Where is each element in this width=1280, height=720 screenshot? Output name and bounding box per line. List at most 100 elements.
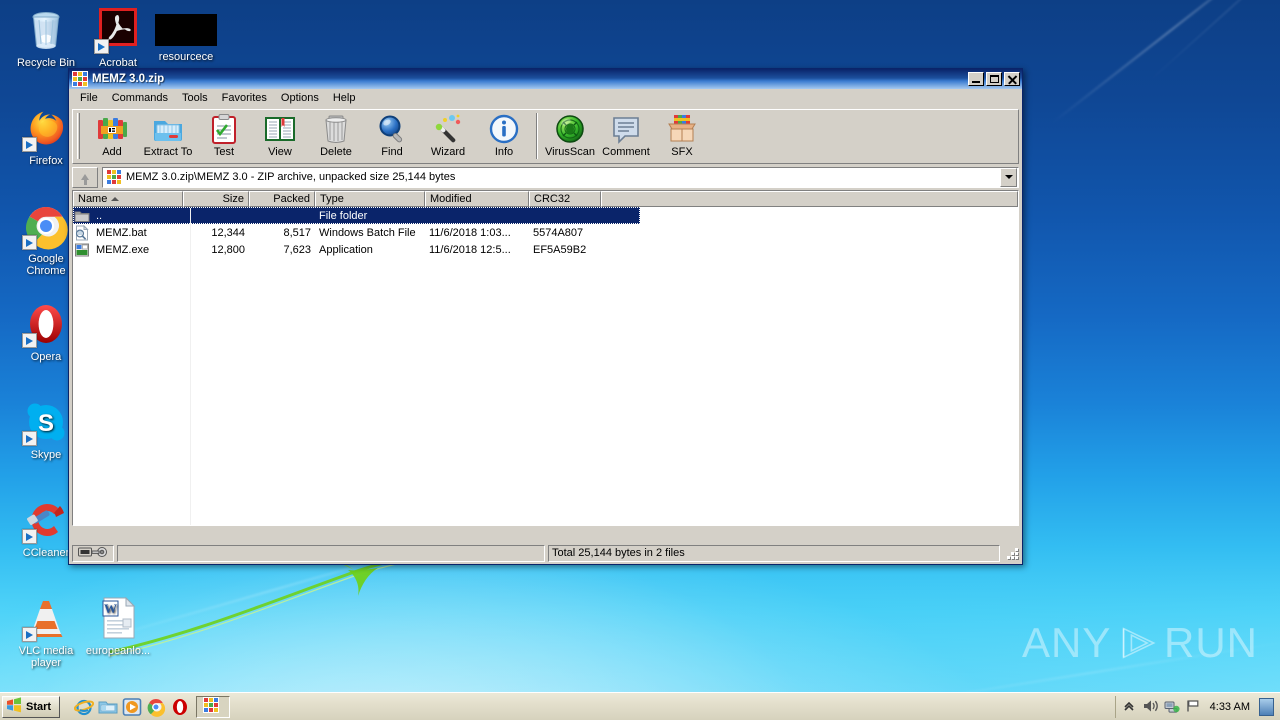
minimize-button[interactable] <box>968 72 984 86</box>
archive-path-text: MEMZ 3.0.zip\MEMZ 3.0 - ZIP archive, unp… <box>126 171 456 183</box>
desktop-icon-europeanlo[interactable]: W europeanlo... <box>80 594 156 657</box>
menu-item-file[interactable]: File <box>73 91 105 105</box>
column-header-crc32[interactable]: CRC32 <box>529 191 601 207</box>
shortcut-overlay-icon <box>22 333 37 348</box>
flag-icon[interactable] <box>1185 699 1201 715</box>
status-lock-pane[interactable] <box>72 544 114 562</box>
cell-size: 12,344 <box>211 226 245 239</box>
up-one-level-button[interactable] <box>72 166 98 188</box>
cell-packed: 7,623 <box>283 243 311 256</box>
batch-file-icon <box>74 224 90 241</box>
address-dropdown-button[interactable] <box>1000 167 1017 187</box>
redacted-black-icon <box>155 14 217 46</box>
close-button[interactable] <box>1004 72 1020 86</box>
chevron-up-icon[interactable] <box>1122 699 1138 715</box>
winrar-books-icon <box>96 113 128 145</box>
toolbar-separator <box>536 113 538 159</box>
system-tray[interactable]: 4:33 AM <box>1114 695 1280 718</box>
taskbar-clock[interactable]: 4:33 AM <box>1206 701 1254 713</box>
menu-item-commands[interactable]: Commands <box>105 91 175 105</box>
network-icon[interactable] <box>1164 699 1180 715</box>
internet-explorer-icon[interactable] <box>73 697 95 717</box>
media-player-icon[interactable] <box>122 697 142 717</box>
speaker-icon[interactable] <box>1143 699 1159 715</box>
toolbar-label: Comment <box>602 146 650 158</box>
desktop-icon-resourcece[interactable]: resourcece <box>148 6 224 63</box>
comment-bubble-icon <box>610 113 642 145</box>
column-header-type[interactable]: Type <box>315 191 425 207</box>
column-header-name[interactable]: Name <box>73 191 183 207</box>
cell-type: Windows Batch File <box>319 226 416 239</box>
toolbar-label: Test <box>213 146 235 158</box>
toolbar-button-view[interactable]: View <box>252 113 308 163</box>
taskbar[interactable]: Start 4:33 AM <box>0 692 1280 720</box>
svg-text:W: W <box>104 601 117 616</box>
drive-key-icon <box>78 546 108 561</box>
address-bar[interactable]: MEMZ 3.0.zip\MEMZ 3.0 - ZIP archive, unp… <box>72 166 1019 188</box>
winrar-window[interactable]: MEMZ 3.0.zip File Commands Tools Favorit… <box>68 68 1023 565</box>
table-row[interactable]: MEMZ.exe 12,800 7,623 Application 11/6/2… <box>73 241 1018 258</box>
show-desktop-button[interactable] <box>1259 697 1274 716</box>
toolbar-button-comment[interactable]: Comment <box>598 113 654 163</box>
sort-ascending-icon <box>111 197 120 201</box>
status-bar: Total 25,144 bytes in 2 files <box>69 544 1022 564</box>
file-list-header[interactable]: Name Size Packed Type Modified CRC32 <box>73 191 1018 207</box>
desktop-icon-acrobat[interactable]: Acrobat <box>80 6 156 69</box>
menu-bar[interactable]: File Commands Tools Favorites Options He… <box>69 89 1022 107</box>
toolbar-grip[interactable] <box>77 113 80 159</box>
quick-launch-bar[interactable] <box>72 697 192 717</box>
table-row[interactable]: .. File folder <box>73 207 640 224</box>
cell-name: .. <box>96 209 103 222</box>
status-message-pane <box>117 544 545 562</box>
toolbar-button-add[interactable]: Add <box>84 113 140 163</box>
desktop-icon-recycle-bin[interactable]: Recycle Bin <box>8 6 84 69</box>
vlc-cone-icon <box>22 594 70 642</box>
window-title: MEMZ 3.0.zip <box>92 73 165 85</box>
adobe-acrobat-icon <box>94 6 142 54</box>
resize-grip[interactable] <box>1005 546 1019 560</box>
svg-text:S: S <box>38 410 54 437</box>
window-titlebar[interactable]: MEMZ 3.0.zip <box>69 69 1022 89</box>
maximize-button[interactable] <box>986 72 1002 86</box>
menu-item-tools[interactable]: Tools <box>175 91 215 105</box>
shortcut-overlay-icon <box>22 627 37 642</box>
archive-path-field[interactable]: MEMZ 3.0.zip\MEMZ 3.0 - ZIP archive, unp… <box>102 166 1019 188</box>
desktop-icon-label: europeanlo... <box>85 645 151 657</box>
desktop-icon-vlc-media-player[interactable]: VLC media player <box>8 594 84 669</box>
menu-item-help[interactable]: Help <box>326 91 363 105</box>
cell-packed: 8,517 <box>283 226 311 239</box>
toolbar[interactable]: Add Extract To Test View Delete Find Wiz… <box>72 109 1019 164</box>
toolbar-button-extract-to[interactable]: Extract To <box>140 113 196 163</box>
toolbar-button-test[interactable]: Test <box>196 113 252 163</box>
toolbar-button-sfx[interactable]: SFX <box>654 113 710 163</box>
file-list[interactable]: Name Size Packed Type Modified CRC32 .. … <box>72 190 1019 526</box>
menu-item-favorites[interactable]: Favorites <box>215 91 274 105</box>
status-total-pane: Total 25,144 bytes in 2 files <box>548 544 1000 562</box>
table-row[interactable]: MEMZ.bat 12,344 8,517 Windows Batch File… <box>73 224 1018 241</box>
cell-type: Application <box>319 243 373 256</box>
application-exe-icon <box>74 242 90 258</box>
folder-window-icon[interactable] <box>98 697 118 717</box>
toolbar-button-delete[interactable]: Delete <box>308 113 364 163</box>
desktop[interactable]: Recycle Bin Acrobat resourcece Firefox G… <box>0 0 1280 720</box>
task-button-winrar[interactable] <box>196 695 231 718</box>
toolbar-button-info[interactable]: Info <box>476 113 532 163</box>
menu-item-options[interactable]: Options <box>274 91 326 105</box>
toolbar-button-find[interactable]: Find <box>364 113 420 163</box>
column-header-modified[interactable]: Modified <box>425 191 529 207</box>
desktop-icon-label: VLC media player <box>18 645 74 669</box>
chrome-icon[interactable] <box>146 697 166 717</box>
toolbar-button-virusscan[interactable]: VirusScan <box>542 113 598 163</box>
anyrun-play-logo-icon <box>1123 627 1156 659</box>
clipboard-check-icon <box>208 113 240 145</box>
arrow-up-icon <box>81 174 89 185</box>
opera-icon[interactable] <box>170 697 190 717</box>
magic-wand-icon <box>432 113 464 145</box>
cell-size: 12,800 <box>211 243 245 256</box>
column-header-size[interactable]: Size <box>183 191 249 207</box>
toolbar-label: Find <box>381 146 403 158</box>
column-header-packed[interactable]: Packed <box>249 191 315 207</box>
start-button[interactable]: Start <box>2 695 61 718</box>
task-list[interactable] <box>196 695 231 718</box>
toolbar-button-wizard[interactable]: Wizard <box>420 113 476 163</box>
